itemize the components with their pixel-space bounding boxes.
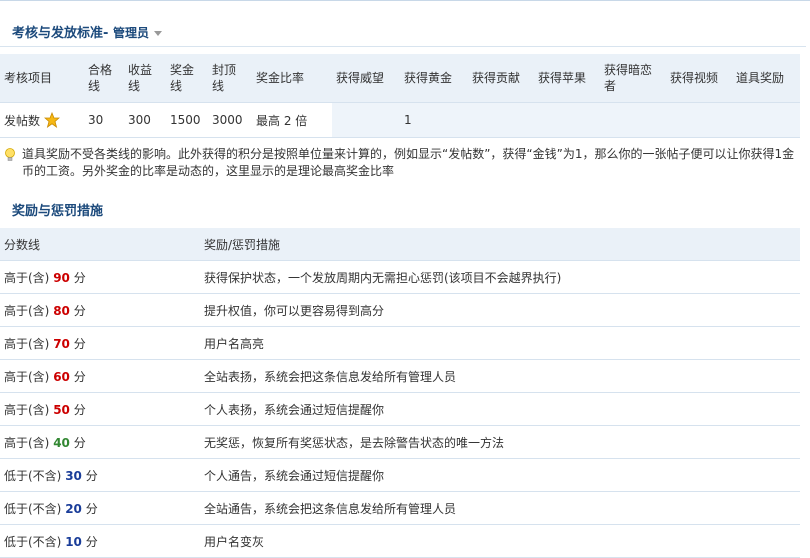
gold-value: 1 [400,102,468,138]
score-value: 80 [53,303,70,318]
bonus-value: 1500 [166,102,208,138]
score-cell: 低于(不含) 10 分 [0,524,200,558]
cap-value: 3000 [208,102,252,138]
score-cell: 低于(不含) 30 分 [0,458,200,492]
measure-cell: 用户名高亮 [200,326,800,360]
role-label: 管理员 [112,26,149,40]
score-cell: 高于(含) 50 分 [0,392,200,426]
col-prestige: 获得威望 [332,54,400,103]
admirer-value [600,102,666,138]
table-row: 高于(含) 80 分 提升权值，你可以更容易得到高分 [0,293,800,327]
item-cell: 发帖数 [0,102,84,138]
profit-value: 300 [124,102,166,138]
table-row: 高于(含) 50 分 个人表扬，系统会通过短信提醒你 [0,392,800,426]
col-pass: 合格线 [84,54,124,103]
col-ratio: 奖金比率 [252,54,332,103]
score-value: 20 [65,501,82,516]
lightbulb-icon [5,148,15,161]
ratio-value: 最高 2 倍 [252,102,332,138]
score-cell: 高于(含) 40 分 [0,425,200,459]
standards-table: 考核项目 合格线 收益线 奖金线 封顶线 奖金比率 获得威望 获得黄金 获得贡献… [0,54,800,138]
contribution-value [468,102,534,138]
table-row: 低于(不含) 20 分 全站通告，系统会把这条信息发给所有管理人员 [0,491,800,525]
table-row: 高于(含) 40 分 无奖惩，恢复所有奖惩状态，是去除警告状态的唯一方法 [0,425,800,459]
score-value: 30 [65,468,82,483]
title-text: 考核与发放标准 [12,26,104,41]
col-measure: 奖励/惩罚措施 [200,228,800,261]
standards-header-row: 考核项目 合格线 收益线 奖金线 封顶线 奖金比率 获得威望 获得黄金 获得贡献… [0,54,800,103]
standards-row: 发帖数 30 300 1500 3000 最高 2 倍 1 [0,102,800,138]
table-row: 低于(不含) 10 分 用户名变灰 [0,524,800,558]
measure-cell: 全站表扬，系统会把这条信息发给所有管理人员 [200,359,800,393]
measure-cell: 全站通告，系统会把这条信息发给所有管理人员 [200,491,800,525]
score-value: 40 [53,435,70,450]
score-cell: 高于(含) 70 分 [0,326,200,360]
score-value: 70 [53,336,70,351]
col-profit: 收益线 [124,54,166,103]
measure-cell: 个人通告，系统会通过短信提醒你 [200,458,800,492]
table-row: 高于(含) 60 分 全站表扬，系统会把这条信息发给所有管理人员 [0,359,800,393]
top-border [0,0,810,1]
table-row: 高于(含) 70 分 用户名高亮 [0,326,800,360]
prestige-value [332,102,400,138]
video-value [666,102,732,138]
rewards-table: 分数线 奖励/惩罚措施 高于(含) 90 分 获得保护状态，一个发放周期内无需担… [0,228,800,558]
score-cell: 高于(含) 90 分 [0,260,200,294]
score-cell: 低于(不含) 20 分 [0,491,200,525]
title-separator: - [103,26,109,41]
score-value: 60 [53,369,70,384]
title-bar: 考核与发放标准- 管理员 [0,16,806,47]
apple-value [534,102,600,138]
col-contribution: 获得贡献 [468,54,534,103]
measure-cell: 个人表扬，系统会通过短信提醒你 [200,392,800,426]
tip-text: 道具奖励不受各类线的影响。此外获得的积分是按照单位量来计算的，例如显示“发帖数”… [22,147,795,178]
measure-cell: 用户名变灰 [200,524,800,558]
measure-cell: 提升权值，你可以更容易得到高分 [200,293,800,327]
score-cell: 高于(含) 60 分 [0,359,200,393]
item-name: 发帖数 [4,113,41,128]
col-item: 考核项目 [0,54,84,103]
score-value: 90 [53,270,70,285]
rewards-header-row: 分数线 奖励/惩罚措施 [0,228,800,261]
col-gold: 获得黄金 [400,54,468,103]
col-video: 获得视频 [666,54,732,103]
measure-cell: 无奖惩，恢复所有奖惩状态，是去除警告状态的唯一方法 [200,425,800,459]
table-row: 高于(含) 90 分 获得保护状态，一个发放周期内无需担心惩罚(该项目不会越界执… [0,260,800,294]
role-selector[interactable]: 管理员 [113,26,162,40]
tip-note: 道具奖励不受各类线的影响。此外获得的积分是按照单位量来计算的，例如显示“发帖数”… [4,146,802,180]
page-title: 考核与发放标准- 管理员 [12,22,162,41]
table-row: 低于(不含) 30 分 个人通告，系统会通过短信提醒你 [0,458,800,492]
item-reward-value [732,102,800,138]
chevron-down-icon [153,31,162,36]
col-item-reward: 道具奖励 [732,54,800,103]
col-apple: 获得苹果 [534,54,600,103]
col-admirer: 获得暗恋者 [600,54,666,103]
col-score: 分数线 [0,228,200,261]
score-value: 10 [65,534,82,549]
pass-value: 30 [84,102,124,138]
rewards-section-title: 奖励与惩罚措施 [12,204,104,219]
star-icon [43,111,60,128]
col-bonus: 奖金线 [166,54,208,103]
measure-cell: 获得保护状态，一个发放周期内无需担心惩罚(该项目不会越界执行) [200,260,800,294]
score-cell: 高于(含) 80 分 [0,293,200,327]
score-value: 50 [53,402,70,417]
col-cap: 封顶线 [208,54,252,103]
